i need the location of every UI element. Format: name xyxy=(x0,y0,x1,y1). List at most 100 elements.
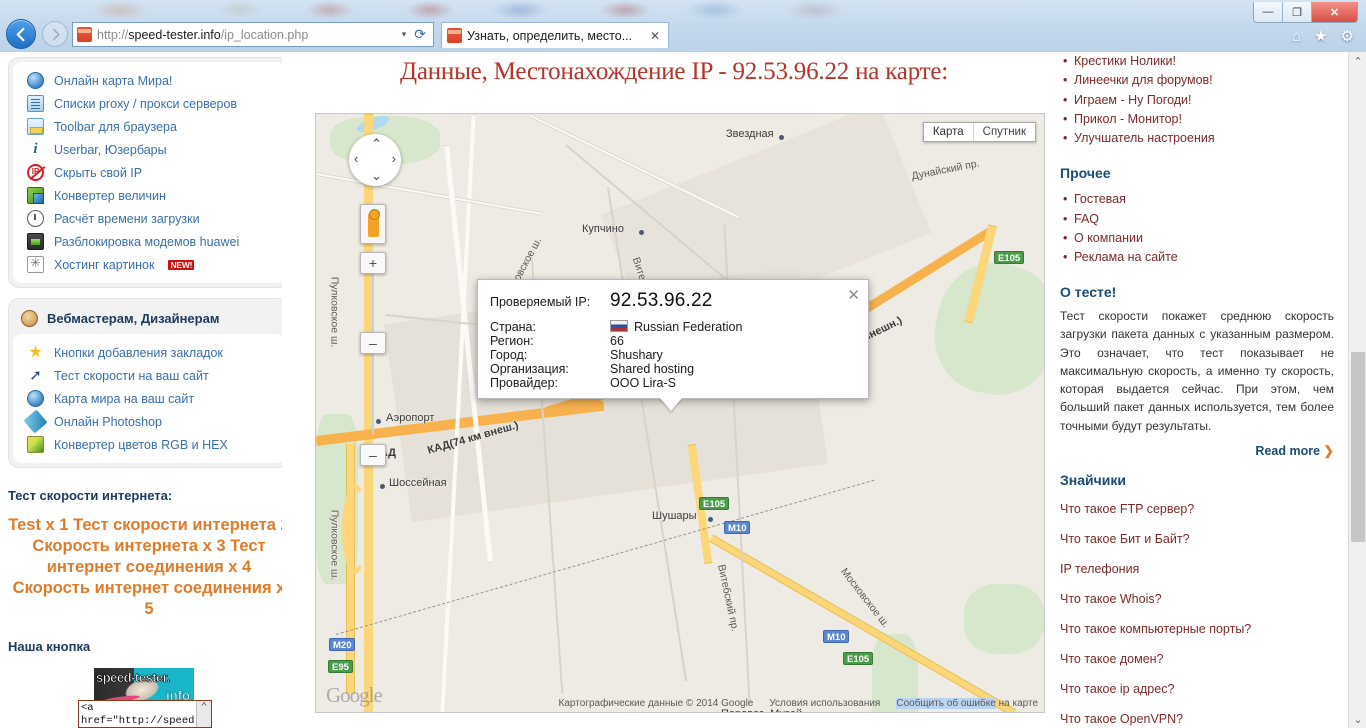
favorites-star-icon[interactable]: ★ xyxy=(1314,27,1327,45)
speed-test-links[interactable]: Test x 1 Тест скорости интернета 2 Скоро… xyxy=(6,515,292,621)
restore-button[interactable]: ❐ xyxy=(1283,2,1312,22)
sidebar-link-userbar[interactable]: i Userbar, Юзербары xyxy=(17,138,281,161)
sidebar-link-image-hosting[interactable]: Хостинг картинок NEW! xyxy=(17,253,281,276)
map-road-interchange xyxy=(342,444,386,694)
list-item[interactable]: О компании xyxy=(1063,229,1334,249)
map-type-control[interactable]: Карта Спутник xyxy=(922,122,1036,142)
back-arrow-icon xyxy=(16,27,24,41)
sidebar-link-download-time[interactable]: Расчёт времени загрузки xyxy=(17,207,281,230)
zoom-slider-handle[interactable]: – xyxy=(360,332,386,354)
znaychiki-link-ip-address[interactable]: Что такое ip адрес? xyxy=(1060,682,1334,696)
link-label: Скрыть свой IP xyxy=(54,165,143,180)
close-window-button[interactable]: ✕ xyxy=(1312,2,1357,22)
scrollbar-thumb[interactable] xyxy=(1351,352,1365,542)
url-text: http://speed-tester.info/ip_location.php xyxy=(97,27,309,42)
znaychiki-link-ports[interactable]: Что такое компьютерные порты? xyxy=(1060,622,1334,636)
close-icon[interactable]: ✕ xyxy=(647,29,663,43)
list-item[interactable]: Гостевая xyxy=(1063,190,1334,210)
clock-icon xyxy=(27,210,44,227)
znaychiki-heading: Знайчики xyxy=(1060,471,1126,488)
back-button[interactable] xyxy=(6,19,36,49)
left-sidebar: Онлайн карта Мира! Списки proxy / прокси… xyxy=(0,52,298,728)
sidebar-link-hide-ip[interactable]: IP Скрыть свой IP xyxy=(17,161,281,184)
info-value-provider: OOO Lira-S xyxy=(610,376,676,390)
code-text: <a href="http://speed- xyxy=(81,702,201,728)
globe-icon xyxy=(27,72,44,89)
sidebar-link-converter[interactable]: Конвертер величин xyxy=(17,184,281,207)
sidebar-link-world-map[interactable]: Онлайн карта Мира! xyxy=(17,69,281,92)
pan-up-icon[interactable]: ⌃ xyxy=(371,136,382,152)
scroll-up-icon[interactable]: ⌃ xyxy=(1349,52,1366,70)
browser-tab[interactable]: Узнать, определить, место... ✕ xyxy=(441,22,669,48)
znaychiki-link-domain[interactable]: Что такое домен? xyxy=(1060,652,1334,666)
page-scrollbar[interactable]: ⌃ ⌄ xyxy=(1348,52,1366,728)
address-bar[interactable]: http://speed-tester.info/ip_location.php… xyxy=(72,22,434,47)
palette-icon xyxy=(21,310,38,327)
forward-button[interactable] xyxy=(42,21,68,47)
map-pan-control[interactable]: ⌃ ⌄ ‹ › xyxy=(349,134,401,186)
browser-toolbar-icons: ⌂ ★ ⚙ xyxy=(1292,27,1354,46)
map-road-dunaisky-w xyxy=(316,172,543,216)
sidebar-link-proxy-lists[interactable]: Списки proxy / прокси серверов xyxy=(17,92,281,115)
sidebar-link-toolbar[interactable]: Toolbar для браузера xyxy=(17,115,281,138)
znaychiki-link-ip-telephony[interactable]: IP телефония xyxy=(1060,562,1334,576)
link-label: Конвертер цветов RGB и HEX xyxy=(54,437,228,452)
tab-favicon xyxy=(447,28,462,43)
sidebar-link-bookmark-buttons[interactable]: ★ Кнопки добавления закладок xyxy=(17,341,281,364)
pan-right-icon[interactable]: › xyxy=(392,151,396,166)
list-item[interactable]: FAQ xyxy=(1063,210,1334,230)
ip-info-window: ✕ Проверяемый IP: 92.53.96.22 Страна: Ru… xyxy=(477,279,869,411)
list-item[interactable]: Линеечки для форумов! xyxy=(1063,71,1334,91)
pan-down-icon[interactable]: ⌄ xyxy=(371,168,382,184)
sidebar-link-online-photoshop[interactable]: Онлайн Photoshop xyxy=(17,409,281,434)
list-item[interactable]: Играем - Ну Погоди! xyxy=(1063,91,1334,111)
sidebar-link-color-converter[interactable]: Конвертер цветов RGB и HEX xyxy=(17,433,281,456)
sidebar-link-modem-unlock[interactable]: Разблокировка модемов huawei xyxy=(17,230,281,253)
sidebar-link-world-map-widget[interactable]: Карта мира на ваш сайт xyxy=(17,387,281,410)
map-route-shield: E105 xyxy=(994,251,1025,264)
pan-left-icon[interactable]: ‹ xyxy=(354,151,358,166)
close-icon[interactable]: ✕ xyxy=(847,286,860,304)
terms-of-use-link[interactable]: Условия использования xyxy=(769,698,880,709)
info-window-pointer xyxy=(660,398,682,411)
google-map[interactable]: Звездная Дунайский пр. Купчино Московско… xyxy=(315,113,1045,713)
list-item[interactable]: Улучшатель настроения xyxy=(1063,129,1334,149)
znaychiki-link-whois[interactable]: Что такое Whois? xyxy=(1060,592,1334,606)
map-type-map-button[interactable]: Карта xyxy=(923,123,973,141)
link-label: Toolbar для браузера xyxy=(54,119,177,134)
home-icon[interactable]: ⌂ xyxy=(1292,28,1301,45)
report-error-link[interactable]: Сообщить об ошибке на карте xyxy=(896,698,1038,709)
list-item[interactable]: Крестики Нолики! xyxy=(1063,52,1334,72)
list-icon xyxy=(27,95,44,112)
no-ip-icon: IP xyxy=(27,164,44,181)
info-value-ip: 92.53.96.22 xyxy=(610,290,713,311)
znaychiki-link-ftp[interactable]: Что такое FTP сервер? xyxy=(1060,502,1334,516)
right-sidebar: Крестики Нолики! Линеечки для форумов! И… xyxy=(1050,52,1348,728)
link-label: Карта мира на ваш сайт xyxy=(54,391,195,406)
map-poi-dot xyxy=(779,135,784,140)
read-more-link[interactable]: Read more ❯ xyxy=(1060,443,1334,458)
map-type-satellite-button[interactable]: Спутник xyxy=(972,123,1035,141)
reload-icon[interactable]: ⟳ xyxy=(411,26,429,43)
map-poi-dot xyxy=(376,419,381,424)
minimize-button[interactable]: — xyxy=(1254,2,1283,22)
street-view-pegman[interactable] xyxy=(360,204,386,244)
sidebar-link-speedtest-widget[interactable]: ➚ Тест скорости на ваш сайт xyxy=(17,364,281,387)
list-item[interactable]: Прикол - Монитор! xyxy=(1063,110,1334,130)
badge-code-textarea[interactable]: <a href="http://speed- ⌃ xyxy=(78,700,212,728)
info-key: Страна: xyxy=(490,320,536,334)
zoom-in-button[interactable]: + xyxy=(360,252,386,274)
znaychiki-link-bit-byte[interactable]: Что такое Бит и Байт? xyxy=(1060,532,1334,546)
zoom-out-button[interactable]: – xyxy=(360,444,386,466)
info-row-city: Город: Shushary xyxy=(490,348,858,362)
gear-icon[interactable]: ⚙ xyxy=(1341,27,1354,45)
list-item[interactable]: Реклама на сайте xyxy=(1063,248,1334,268)
site-favicon xyxy=(77,27,92,42)
map-label: Дунайский пр. xyxy=(910,157,981,183)
znaychiki-link-openvpn[interactable]: Что такое OpenVPN? xyxy=(1060,712,1334,726)
znaychiki-links-list: Что такое FTP сервер? Что такое Бит и Ба… xyxy=(1060,502,1334,726)
new-badge: NEW! xyxy=(168,259,195,270)
chevron-down-icon[interactable]: ▾ xyxy=(402,29,407,40)
textarea-scroll-up-icon[interactable]: ⌃ xyxy=(196,701,211,727)
scroll-down-icon[interactable]: ⌄ xyxy=(1349,710,1366,728)
